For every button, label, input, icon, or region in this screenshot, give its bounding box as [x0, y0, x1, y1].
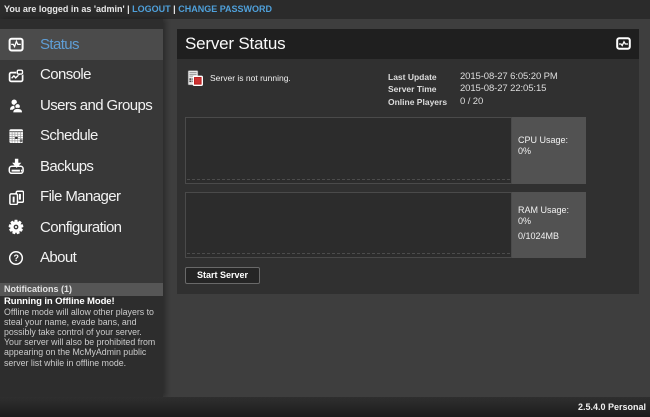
svg-text:?: ? [14, 253, 19, 263]
